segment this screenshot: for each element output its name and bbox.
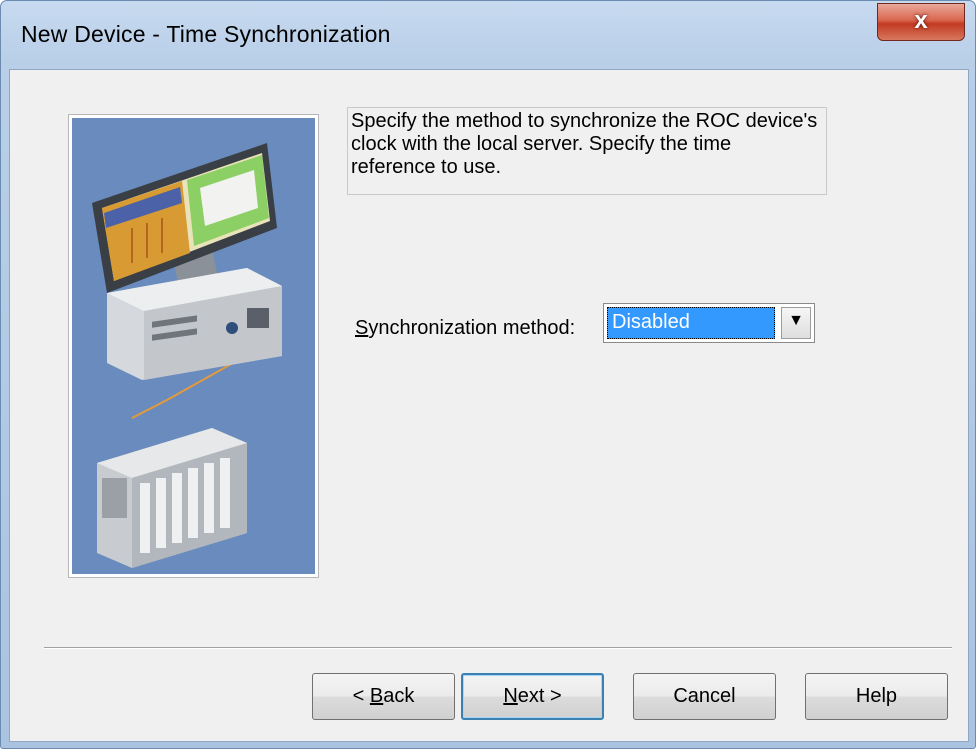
sync-method-select[interactable]: Disabled ▼ — [603, 303, 815, 343]
dropdown-button[interactable]: ▼ — [781, 307, 811, 339]
instruction-box: Specify the method to synchronize the RO… — [347, 107, 827, 195]
window-title: New Device - Time Synchronization — [21, 21, 391, 47]
close-icon: x — [914, 7, 928, 34]
select-highlight: Disabled — [607, 307, 775, 339]
chevron-down-icon: ▼ — [788, 312, 804, 329]
next-button[interactable]: Next > — [461, 673, 604, 720]
title-bar[interactable]: New Device - Time Synchronization x — [1, 1, 975, 69]
cancel-button[interactable]: Cancel — [633, 673, 776, 720]
button-divider — [44, 647, 952, 649]
sync-method-label: Synchronization method: — [355, 317, 576, 339]
instruction-text: Specify the method to synchronize the RO… — [351, 110, 818, 178]
back-button[interactable]: < Back — [312, 673, 455, 720]
dialog-window: New Device - Time Synchronization x Spec… — [0, 0, 976, 749]
help-button[interactable]: Help — [805, 673, 948, 720]
computer-and-plc-illustration-icon — [72, 118, 315, 574]
select-value: Disabled — [612, 311, 690, 333]
dialog-body: Specify the method to synchronize the RO… — [9, 69, 969, 742]
wizard-illustration — [68, 114, 319, 578]
close-button[interactable]: x — [877, 3, 965, 41]
